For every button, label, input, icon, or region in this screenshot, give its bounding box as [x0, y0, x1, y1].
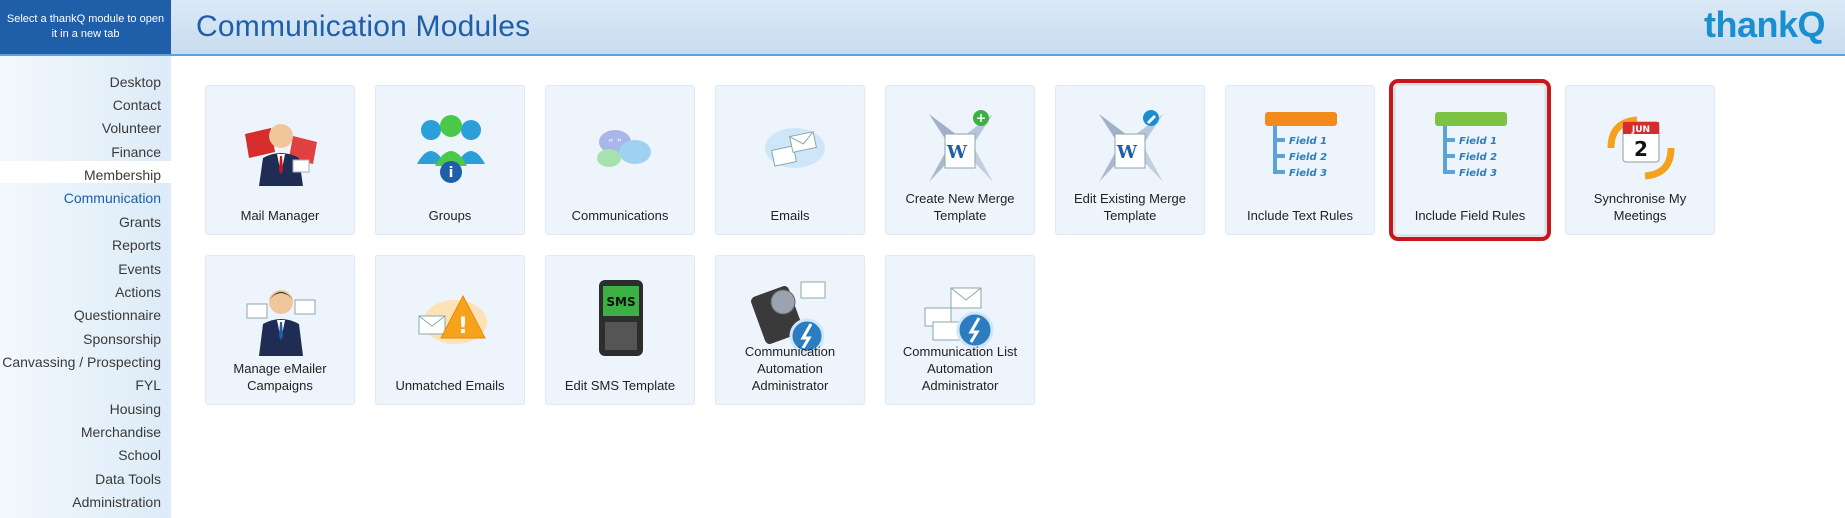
module-tile-mail-manager[interactable]: Mail Manager: [205, 85, 355, 235]
module-tile-communications[interactable]: “ ” Communications: [545, 85, 695, 235]
svg-text:Field 2: Field 2: [1459, 152, 1497, 163]
module-label: Include Field Rules: [1414, 208, 1526, 223]
module-tile-synchronise-meetings[interactable]: JUN 2 Synchronise My Meetings: [1565, 85, 1715, 235]
mail-manager-icon: [245, 124, 317, 186]
module-tile-unmatched-emails[interactable]: ! Unmatched Emails: [375, 255, 525, 405]
module-tile-edit-merge-template[interactable]: W Edit Existing Merge Template: [1055, 85, 1205, 235]
emails-icon: [765, 128, 825, 168]
module-label: Include Text Rules: [1247, 208, 1353, 223]
sidebar-item-actions[interactable]: Actions: [115, 284, 161, 300]
module-tile-create-merge-template[interactable]: W + Create New Merge Template: [885, 85, 1035, 235]
svg-text:“ ”: “ ”: [608, 138, 622, 149]
sidebar-item-merchandise[interactable]: Merchandise: [81, 424, 161, 440]
svg-text:W: W: [946, 142, 968, 163]
module-label: Edit SMS Template: [564, 378, 676, 393]
module-tile-emailer-campaigns[interactable]: Manage eMailer Campaigns: [205, 255, 355, 405]
sidebar-item-data-tools[interactable]: Data Tools: [95, 471, 161, 487]
svg-text:Field 1: Field 1: [1289, 136, 1327, 147]
sidebar-item-events[interactable]: Events: [118, 261, 161, 277]
svg-text:Field 3: Field 3: [1459, 168, 1497, 179]
sidebar-item-questionnaire[interactable]: Questionnaire: [74, 307, 161, 323]
sidebar-item-canvassing[interactable]: Canvassing / Prospecting: [2, 354, 161, 370]
module-tile-include-text-rules[interactable]: Field 1 Field 2 Field 3 Include Text Rul…: [1225, 85, 1375, 235]
edit-merge-template-icon: W: [1099, 110, 1163, 182]
groups-icon: i: [417, 115, 485, 183]
sidebar-item-desktop[interactable]: Desktop: [110, 74, 161, 90]
sidebar-item-fyl[interactable]: FYL: [135, 377, 161, 393]
svg-text:2: 2: [1634, 137, 1648, 161]
include-text-rules-icon: Field 1 Field 2 Field 3: [1265, 112, 1337, 179]
module-label: Edit Existing Merge Template: [1074, 191, 1186, 223]
module-tile-groups[interactable]: i Groups: [375, 85, 525, 235]
module-label: Manage eMailer Campaigns: [233, 361, 327, 393]
unmatched-emails-icon: !: [418, 294, 487, 344]
emailer-campaigns-icon: [246, 290, 316, 356]
sidebar-item-contact[interactable]: Contact: [113, 97, 161, 113]
module-tile-edit-sms-template[interactable]: SMS Edit SMS Template: [545, 255, 695, 405]
module-hint: Select a thankQ module to open it in a n…: [0, 0, 171, 54]
svg-text:SMS: SMS: [606, 295, 635, 309]
svg-text:Field 2: Field 2: [1289, 152, 1327, 163]
sidebar-item-grants[interactable]: Grants: [119, 214, 161, 230]
module-tile-include-field-rules[interactable]: Field 1 Field 2 Field 3 Include Field Ru…: [1389, 79, 1551, 241]
module-tile-emails[interactable]: Emails: [715, 85, 865, 235]
module-label: Communication Automation Administrator: [744, 344, 836, 393]
svg-text:JUN: JUN: [1631, 125, 1650, 135]
thankq-logo: thankQ: [1703, 4, 1826, 45]
sidebar-item-membership[interactable]: Membership: [84, 167, 161, 183]
module-label: Groups: [428, 208, 472, 223]
sidebar-item-school[interactable]: School: [118, 447, 161, 463]
sidebar-item-finance[interactable]: Finance: [111, 144, 161, 160]
sidebar-item-communication[interactable]: Communication: [64, 190, 161, 206]
calendar-sync-icon: JUN 2: [1607, 116, 1675, 180]
sidebar-item-sponsorship[interactable]: Sponsorship: [83, 331, 161, 347]
module-label: Unmatched Emails: [395, 378, 505, 393]
svg-text:Field 3: Field 3: [1289, 168, 1327, 179]
module-label: Mail Manager: [240, 208, 320, 223]
page-title: Communication Modules: [196, 10, 531, 43]
svg-text:W: W: [1116, 142, 1138, 163]
sidebar-item-volunteer[interactable]: Volunteer: [102, 120, 161, 136]
include-field-rules-icon: Field 1 Field 2 Field 3: [1435, 112, 1507, 179]
sidebar-item-administration[interactable]: Administration: [72, 494, 161, 510]
svg-text:!: !: [458, 314, 468, 339]
module-tile-list-automation-administrator[interactable]: Communication List Automation Administra…: [885, 255, 1035, 405]
module-label: Emails: [770, 208, 810, 223]
svg-text:+: +: [976, 111, 986, 125]
module-label: Synchronise My Meetings: [1593, 191, 1687, 223]
module-tile-automation-administrator[interactable]: Communication Automation Administrator: [715, 255, 865, 405]
module-label: Create New Merge Template: [905, 191, 1015, 223]
svg-text:i: i: [449, 165, 454, 181]
sidebar-item-housing[interactable]: Housing: [110, 401, 161, 417]
sms-phone-icon: SMS: [599, 280, 643, 356]
module-label: Communications: [571, 208, 669, 223]
sidebar-item-reports[interactable]: Reports: [112, 237, 161, 253]
create-merge-template-icon: W +: [929, 110, 993, 182]
module-label: Communication List Automation Administra…: [902, 344, 1018, 393]
sidebar: Desktop Contact Volunteer Finance Member…: [0, 56, 171, 518]
svg-text:Field 1: Field 1: [1459, 136, 1497, 147]
communications-icon: “ ”: [597, 130, 651, 167]
